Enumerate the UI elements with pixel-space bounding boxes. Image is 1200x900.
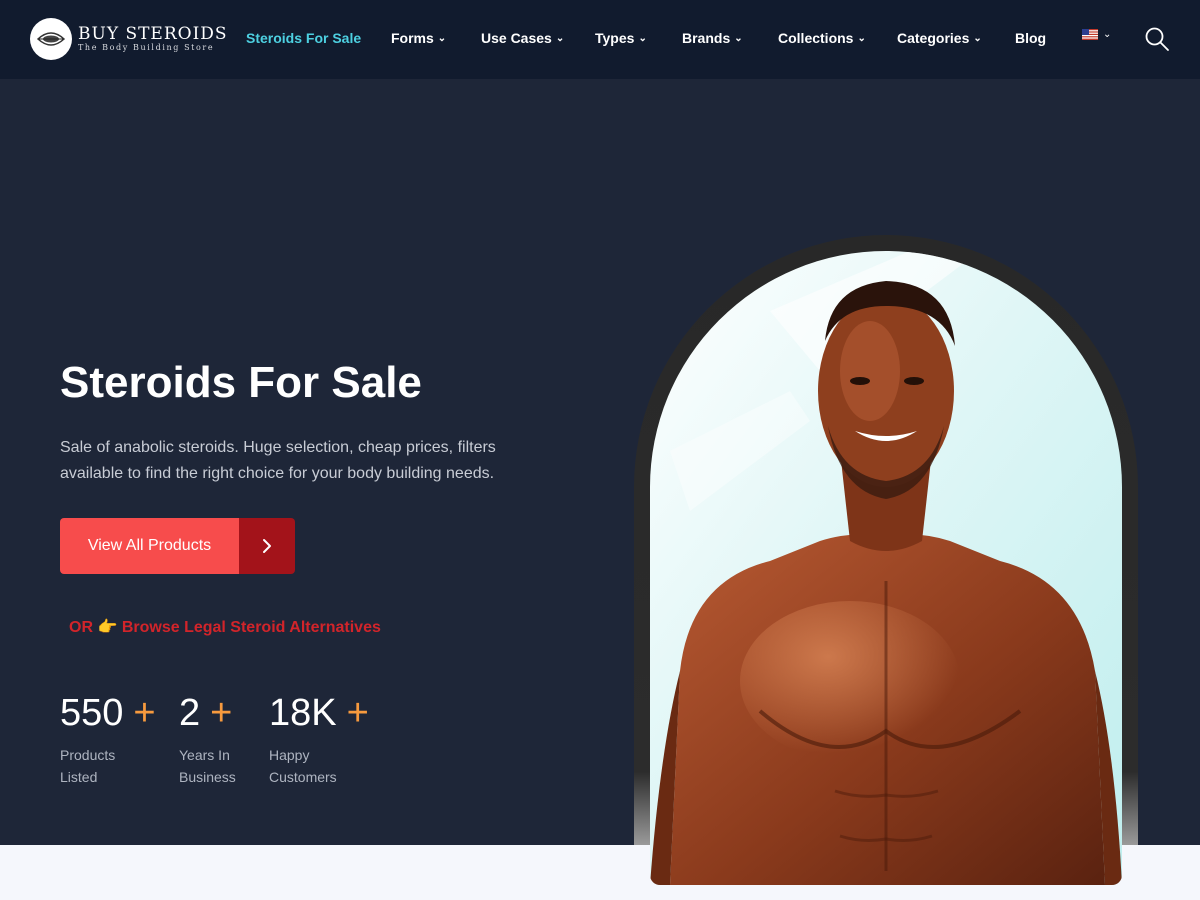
stat-products-listed: 550 + Products Listed	[60, 692, 156, 788]
nav-forms[interactable]: Forms ⌄	[391, 30, 446, 46]
nav-steroids-for-sale[interactable]: Steroids For Sale	[246, 30, 361, 46]
nav-label: Blog	[1015, 30, 1047, 46]
stat-plus: +	[346, 692, 369, 734]
hero-bodybuilder-photo	[650, 251, 1122, 885]
stat-label: Years In Business	[179, 747, 236, 785]
logo-title: BUY STEROIDS	[78, 24, 228, 44]
nav-brands[interactable]: Brands ⌄	[682, 30, 743, 46]
nav-blog[interactable]: Blog	[1015, 30, 1046, 46]
legal-alternatives-link[interactable]: OR 👉 Browse Legal Steroid Alternatives	[69, 617, 381, 637]
stat-years-in-business: 2 + Years In Business	[179, 692, 244, 788]
logo-eye-icon	[30, 18, 72, 60]
site-logo[interactable]: BUY STEROIDS The Body Building Store	[30, 18, 228, 60]
search-icon[interactable]	[1144, 26, 1170, 52]
chevron-down-icon[interactable]: ⌄	[1103, 29, 1111, 40]
alt-link-text: Browse Legal Steroid Alternatives	[121, 619, 381, 636]
chevron-down-icon: ⌄	[437, 33, 447, 44]
chevron-down-icon: ⌄	[638, 33, 647, 44]
nav-label: Steroids For Sale	[246, 30, 362, 46]
logo-tagline: The Body Building Store	[78, 43, 215, 52]
chevron-down-icon: ⌄	[734, 33, 743, 44]
nav-types[interactable]: Types ⌄	[595, 30, 647, 46]
stat-label: Happy Customers	[269, 747, 337, 785]
view-all-products-button[interactable]: View All Products	[60, 518, 295, 574]
nav-label: Collections	[778, 30, 854, 46]
stat-plus: +	[133, 692, 156, 734]
nav-collections[interactable]: Collections ⌄	[778, 30, 866, 46]
stat-label: Products Listed	[60, 747, 116, 785]
stat-value: 550	[60, 692, 124, 734]
stat-happy-customers: 18K + Happy Customers	[269, 692, 369, 788]
chevron-down-icon: ⌄	[973, 33, 982, 44]
chevron-down-icon: ⌄	[857, 33, 866, 44]
nav-label: Forms	[391, 30, 434, 46]
chevron-right-icon	[239, 518, 295, 574]
hero-title: Steroids For Sale	[60, 358, 422, 407]
cta-label: View All Products	[60, 518, 239, 574]
nav-label: Brands	[682, 30, 731, 46]
stat-value: 2	[179, 692, 201, 734]
nav-label: Use Cases	[481, 30, 552, 46]
us-flag-icon[interactable]	[1082, 29, 1098, 40]
nav-use-cases[interactable]: Use Cases ⌄	[481, 30, 564, 46]
nav-label: Types	[595, 30, 635, 46]
hero-description: Sale of anabolic steroids. Huge selectio…	[60, 439, 496, 482]
alt-prefix: OR 👉	[69, 619, 118, 636]
stat-plus: +	[210, 692, 233, 734]
stat-value: 18K	[269, 692, 337, 734]
nav-label: Categories	[897, 30, 970, 46]
top-navbar: BUY STEROIDS The Body Building Store Ste…	[0, 0, 1200, 79]
nav-categories[interactable]: Categories ⌄	[897, 30, 982, 46]
chevron-down-icon: ⌄	[555, 33, 565, 44]
